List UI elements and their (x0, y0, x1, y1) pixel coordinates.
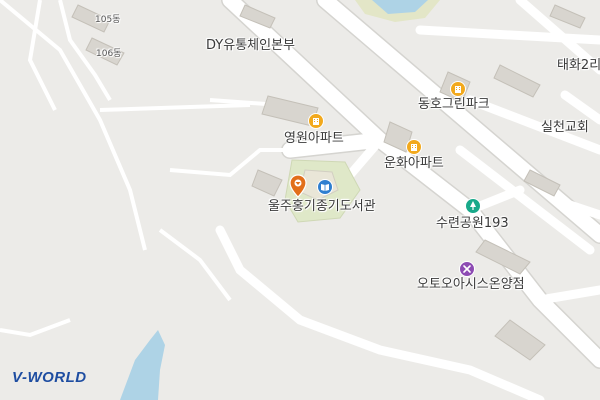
label-building-105: 105동 (95, 15, 121, 25)
label-youngwon[interactable]: 영원아파트 (284, 132, 344, 145)
park-icon[interactable] (465, 198, 481, 214)
label-autooasis[interactable]: 오토오아시스온양점 (417, 278, 525, 291)
logo-text: -WORLD (21, 369, 87, 386)
apartment-icon[interactable] (450, 81, 466, 97)
car-repair-icon[interactable] (459, 261, 475, 277)
label-building-106: 106동 (96, 49, 122, 59)
water-stream (120, 330, 165, 400)
apartment-icon[interactable] (308, 113, 324, 129)
apartment-icon[interactable] (406, 139, 422, 155)
label-suryeon-park[interactable]: 수련공원193 (436, 217, 509, 230)
label-unhwa[interactable]: 운화아파트 (384, 157, 444, 170)
label-dy-store[interactable]: DY유통체인본부 (206, 39, 295, 52)
vworld-logo: V-WORLD (12, 369, 87, 386)
label-library[interactable]: 울주홍기종기도서관 (268, 200, 376, 213)
map-canvas[interactable]: 105동 106동 DY유통체인본부 태화2리 동호그린파크 영원아파트 실천교… (0, 0, 600, 400)
label-taehwa[interactable]: 태화2리 (557, 59, 600, 72)
library-icon[interactable] (317, 179, 333, 195)
label-silcheon[interactable]: 실천교회 (541, 121, 589, 134)
logo-mark: V (12, 369, 22, 386)
label-donghogreen[interactable]: 동호그린파크 (418, 98, 490, 111)
